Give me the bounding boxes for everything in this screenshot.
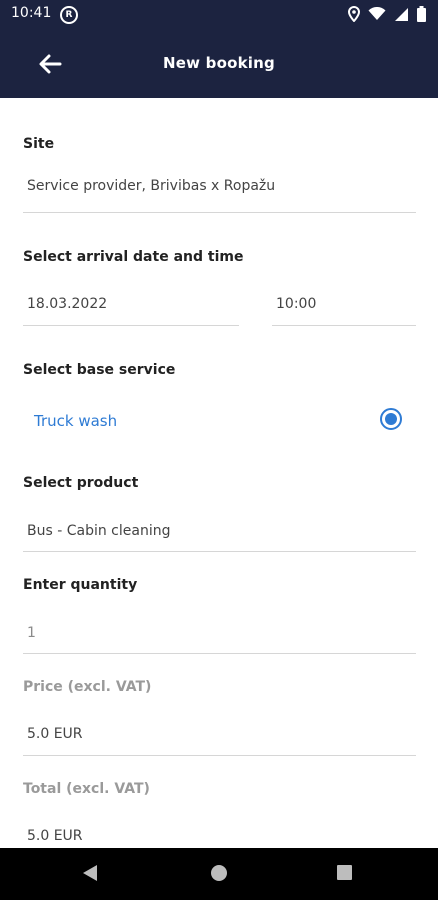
date-value: 18.03.2022	[27, 296, 108, 312]
quantity-value: 1	[27, 625, 36, 641]
price-label: Price (excl. VAT)	[23, 679, 152, 695]
product-underline	[23, 551, 416, 552]
location-icon	[348, 6, 360, 22]
service-option-label: Truck wash	[34, 412, 118, 430]
base-service-label: Select base service	[23, 362, 176, 378]
home-circle-icon[interactable]	[211, 865, 227, 881]
product-value: Bus - Cabin cleaning	[27, 523, 171, 539]
total-label: Total (excl. VAT)	[23, 781, 150, 797]
product-label: Select product	[23, 475, 139, 491]
site-value: Service provider, Brivibas x Ropažu	[27, 178, 276, 194]
time-value: 10:00	[276, 296, 317, 312]
quantity-underline	[23, 653, 416, 654]
app-bar: New booking	[0, 30, 438, 98]
radio-selected-dot	[385, 413, 397, 425]
site-underline	[23, 212, 416, 213]
quantity-label: Enter quantity	[23, 577, 138, 593]
time-underline	[272, 325, 416, 326]
status-icons	[348, 6, 426, 22]
site-label: Site	[23, 136, 55, 152]
status-bar: 10:41 R	[0, 0, 438, 30]
back-triangle-icon[interactable]	[82, 864, 98, 882]
battery-icon	[417, 6, 426, 22]
price-underline	[23, 755, 416, 756]
service-radio-button[interactable]	[380, 408, 402, 430]
total-value: 5.0 EUR	[27, 828, 83, 844]
price-value: 5.0 EUR	[27, 726, 83, 742]
page-title: New booking	[163, 54, 275, 72]
arrival-label: Select arrival date and time	[23, 249, 244, 265]
registered-icon: R	[60, 6, 78, 24]
status-time: 10:41	[11, 5, 52, 21]
date-underline	[23, 325, 239, 326]
booking-form: Site Service provider, Brivibas x Ropažu…	[0, 98, 438, 848]
wifi-icon	[368, 7, 386, 20]
signal-icon	[395, 7, 408, 21]
system-nav-bar	[0, 848, 438, 900]
recents-square-icon[interactable]	[337, 865, 352, 880]
